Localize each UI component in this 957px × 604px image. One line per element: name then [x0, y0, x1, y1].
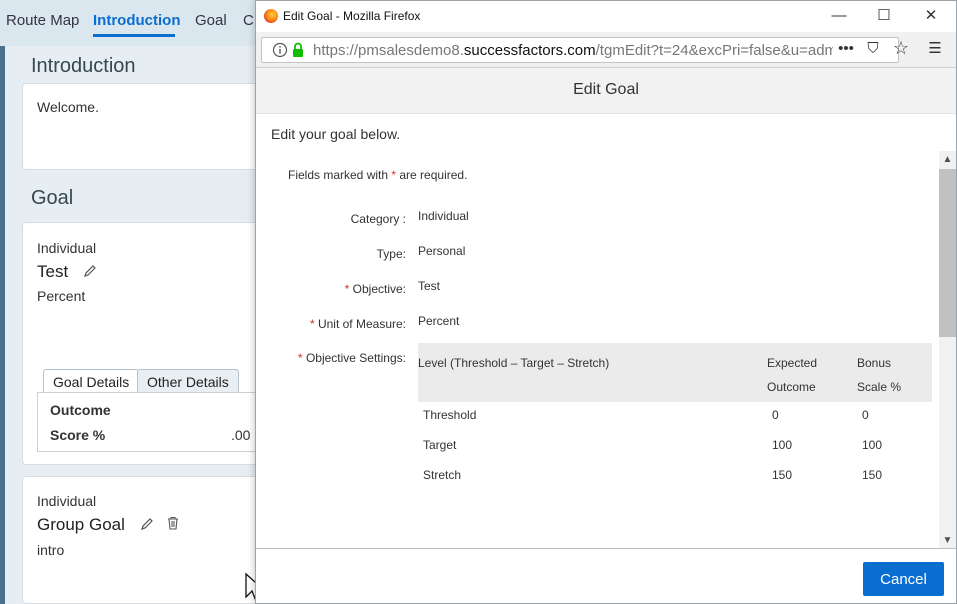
objective-label: * Objective:	[256, 282, 406, 296]
introduction-section-title: Introduction	[31, 55, 136, 77]
tab-route-map[interactable]: Route Map	[6, 12, 79, 29]
tab-goal[interactable]: Goal	[195, 12, 227, 29]
table-header: Level (Threshold – Target – Stretch) Exp…	[418, 343, 932, 402]
lock-icon	[293, 42, 303, 57]
unit-of-measure-value: Percent	[418, 314, 460, 328]
settings-label-text: Objective Settings:	[305, 351, 406, 365]
url-field[interactable]: https://pmsalesdemo8.successfactors.com/…	[261, 37, 899, 63]
column-header-level: Level (Threshold – Target – Stretch)	[418, 356, 610, 370]
goal-category: Individual	[37, 493, 97, 509]
scroll-up-arrow-icon[interactable]: ▲	[939, 151, 956, 168]
expected-outcome-cell: 150	[772, 468, 793, 482]
goal-unit: Percent	[37, 288, 86, 304]
expected-outcome-cell: 0	[772, 408, 779, 422]
info-icon[interactable]	[272, 42, 288, 58]
level-cell: Stretch	[423, 468, 462, 482]
outcome-label: Outcome	[50, 402, 111, 418]
type-value: Personal	[418, 244, 466, 258]
required-star: *	[344, 282, 350, 296]
score-label: Score %	[50, 427, 106, 443]
hamburger-menu-icon[interactable]: ☰	[925, 39, 945, 59]
goal-name: Test	[37, 262, 69, 281]
trash-icon[interactable]	[166, 516, 180, 530]
goal-section-title: Goal	[31, 187, 74, 209]
category-label: Category :	[350, 212, 406, 226]
window-title: Edit Goal - Mozilla Firefox	[283, 9, 421, 23]
required-note-suffix: are required.	[396, 168, 468, 182]
scroll-thumb[interactable]	[939, 169, 956, 337]
column-header-bonus: Bonus	[857, 356, 892, 370]
score-value: .00	[231, 427, 251, 443]
objective-value: Test	[418, 279, 441, 293]
scroll-down-arrow-icon[interactable]: ▼	[939, 532, 956, 548]
column-header-expected: Expected	[767, 356, 818, 370]
bonus-scale-cell: 100	[862, 438, 883, 452]
url-domain: successfactors.com	[463, 42, 596, 59]
bonus-scale-cell: 0	[862, 408, 869, 422]
level-cell: Target	[423, 438, 457, 452]
close-window-button[interactable]: ✕	[908, 5, 954, 29]
bookmark-star-icon[interactable]: ☆	[891, 38, 911, 58]
bonus-scale-cell: 150	[862, 468, 883, 482]
more-actions-icon[interactable]: •••	[836, 39, 856, 59]
tab-introduction[interactable]: Introduction	[93, 12, 180, 29]
objective-settings-label: * Objective Settings:	[256, 351, 406, 365]
group-goal-card: Individual Group Goal intro	[22, 476, 267, 604]
maximize-button[interactable]: ☐	[861, 5, 907, 29]
column-header-scale: Scale %	[857, 380, 902, 394]
url-toolbar: https://pmsalesdemo8.successfactors.com/…	[256, 32, 956, 68]
url-path: /tgmEdit?t=24&excPri=false&u=admin&f-	[595, 42, 833, 59]
minimize-button[interactable]: —	[816, 5, 862, 29]
tab-goal-details[interactable]: Goal Details	[43, 369, 140, 393]
objective-label-text: Objective:	[352, 282, 406, 296]
dialog-title: Edit Goal	[573, 81, 639, 98]
pencil-icon[interactable]	[140, 517, 154, 531]
firefox-popup-window: Edit Goal - Mozilla Firefox — ☐ ✕ https:…	[255, 0, 957, 604]
goal-name: Group Goal	[37, 515, 125, 534]
category-value: Individual	[418, 209, 469, 223]
form-scroll-area[interactable]: Fields marked with * are required. Categ…	[256, 151, 956, 549]
required-star: *	[297, 351, 303, 365]
url-prefix: https://pmsalesdemo8.	[313, 42, 464, 59]
expected-outcome-cell: 100	[772, 438, 793, 452]
url-text: https://pmsalesdemo8.successfactors.com/…	[313, 42, 833, 59]
unit-of-measure-label: * Unit of Measure:	[256, 317, 406, 331]
tab-truncated[interactable]: C	[243, 12, 254, 29]
unit-label-text: Unit of Measure:	[317, 317, 406, 331]
level-cell: Threshold	[423, 408, 477, 422]
required-star: *	[309, 317, 315, 331]
dialog-header: Edit Goal	[256, 68, 956, 114]
firefox-logo-icon	[264, 9, 278, 23]
pencil-icon[interactable]	[83, 264, 97, 278]
left-accent-bar	[0, 46, 5, 604]
goal-category: Individual	[37, 240, 97, 256]
active-tab-indicator	[93, 34, 175, 37]
introduction-card: Welcome.	[22, 83, 267, 170]
required-note-prefix: Fields marked with	[288, 168, 392, 182]
pocket-icon[interactable]: ⛉	[863, 39, 883, 59]
introduction-text: Welcome.	[37, 99, 99, 115]
goal-description: intro	[37, 542, 65, 558]
column-header-outcome: Outcome	[767, 380, 816, 394]
required-note: Fields marked with * are required.	[288, 168, 467, 182]
vertical-scrollbar[interactable]: ▲ ▼	[939, 151, 956, 548]
type-label: Type:	[376, 247, 406, 261]
tab-other-details[interactable]: Other Details	[137, 369, 239, 393]
goal-details-panel: Outcome Score % .00	[37, 392, 267, 452]
dialog-intro: Edit your goal below.	[271, 126, 401, 142]
window-titlebar: Edit Goal - Mozilla Firefox — ☐ ✕	[256, 1, 956, 32]
cancel-button[interactable]: Cancel	[863, 562, 944, 596]
